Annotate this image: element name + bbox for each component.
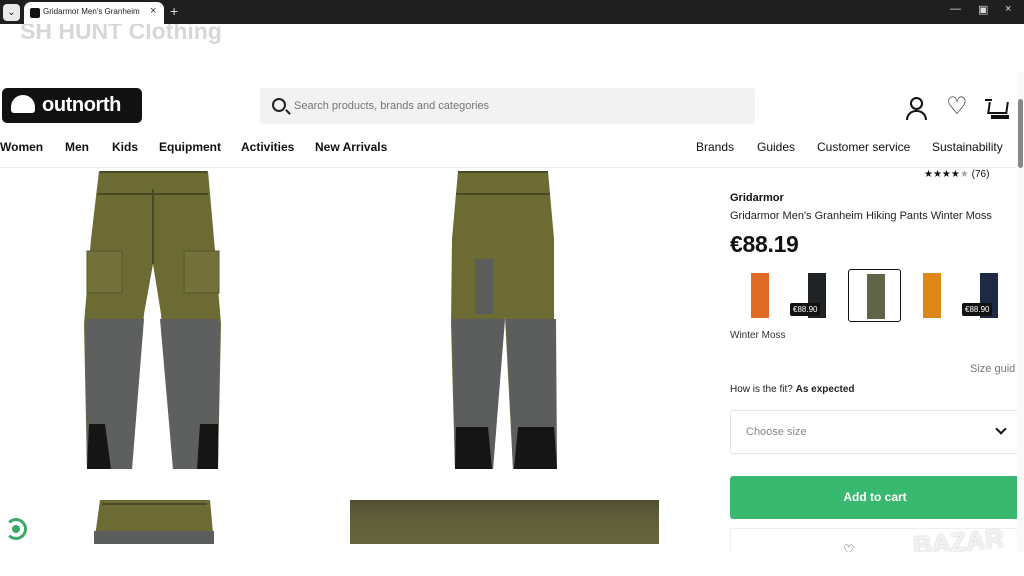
logo-text: outnorth <box>42 94 121 116</box>
selected-color-label: Winter Moss <box>730 330 786 341</box>
browser-chrome: ⌄ Gridarmor Men's Granheim Hik × + — ▣ × <box>0 0 1024 24</box>
navigation-divider <box>0 167 1024 168</box>
minimize-icon[interactable]: — <box>950 3 961 15</box>
nav-women[interactable]: Women <box>0 140 43 154</box>
choose-size-label: Choose size <box>746 426 807 438</box>
close-tab-icon[interactable]: × <box>150 5 156 17</box>
nav-men[interactable]: Men <box>65 140 89 154</box>
nav-equipment[interactable]: Equipment <box>159 140 221 154</box>
rating[interactable]: ★★★★★ (76) <box>924 169 989 180</box>
color-swatch[interactable]: €88.90 <box>962 269 1015 322</box>
scrollbar-thumb[interactable] <box>1018 99 1023 168</box>
new-tab-icon[interactable]: + <box>170 3 178 19</box>
rating-count: (76) <box>971 169 990 180</box>
fabric-detail-image[interactable] <box>350 500 659 544</box>
chevron-down-icon <box>995 423 1007 435</box>
nav-sustainability[interactable]: Sustainability <box>932 140 1003 154</box>
tab-title: Gridarmor Men's Granheim Hik <box>43 7 141 16</box>
search-icon <box>272 98 286 112</box>
swatch-pants-icon <box>751 273 769 318</box>
swatch-pants-icon <box>867 274 885 319</box>
browser-tab[interactable]: Gridarmor Men's Granheim Hik × <box>24 2 164 24</box>
tab-search-button[interactable]: ⌄ <box>3 4 20 21</box>
color-swatch[interactable] <box>905 269 958 322</box>
window-bottom-edge <box>0 552 1024 576</box>
rating-empty-star-icon: ★ <box>959 169 969 180</box>
nav-new-arrivals[interactable]: New Arrivals <box>315 140 387 154</box>
search-box[interactable] <box>260 88 755 124</box>
fit-answer: As expected <box>795 384 855 395</box>
color-swatch[interactable] <box>733 269 786 322</box>
product-front-image[interactable] <box>80 169 225 479</box>
nav-kids[interactable]: Kids <box>112 140 138 154</box>
close-window-icon[interactable]: × <box>1005 3 1011 15</box>
product-side-image[interactable] <box>450 169 560 479</box>
swatch-pants-icon <box>923 273 941 318</box>
account-icon[interactable] <box>904 96 928 120</box>
swatch-price: €88.90 <box>790 303 821 316</box>
product-title: Gridarmor Men's Granheim Hiking Pants Wi… <box>730 210 992 222</box>
color-swatch[interactable]: €88.90 <box>790 269 843 322</box>
product-brand[interactable]: Gridarmor <box>730 192 784 204</box>
nav-brands[interactable]: Brands <box>696 140 734 154</box>
nav-customer-service[interactable]: Customer service <box>817 140 910 154</box>
nav-activities[interactable]: Activities <box>241 140 294 154</box>
search-input[interactable] <box>294 97 734 115</box>
logo-mark-icon <box>11 95 35 113</box>
sustainability-widget-icon[interactable] <box>5 518 27 540</box>
heart-icon[interactable]: ♡ <box>945 95 969 120</box>
favicon-icon <box>30 8 40 18</box>
swatch-price: €88.90 <box>962 303 993 316</box>
fit-question: How is the fit? <box>730 384 793 395</box>
web-page: SH HUNT Clothing outnorth ♡ Women Men Ki… <box>0 24 1024 576</box>
vertical-scrollbar[interactable] <box>1017 72 1024 576</box>
size-select[interactable]: Choose size <box>730 410 1020 454</box>
rating-stars: ★★★★ <box>924 169 960 180</box>
product-detail-image-waist[interactable] <box>92 500 217 544</box>
add-to-cart-button[interactable]: Add to cart <box>730 476 1020 519</box>
color-swatch[interactable] <box>848 269 901 322</box>
size-guide-link[interactable]: Size guid <box>970 363 1015 375</box>
restore-icon[interactable]: ▣ <box>978 3 988 16</box>
faded-page-title: SH HUNT Clothing <box>20 24 222 44</box>
nav-guides[interactable]: Guides <box>757 140 795 154</box>
product-price: €88.19 <box>730 231 799 257</box>
cart-icon[interactable] <box>985 96 1009 120</box>
outnorth-logo[interactable]: outnorth <box>2 88 142 123</box>
fit-rating: How is the fit? As expected <box>730 384 855 395</box>
